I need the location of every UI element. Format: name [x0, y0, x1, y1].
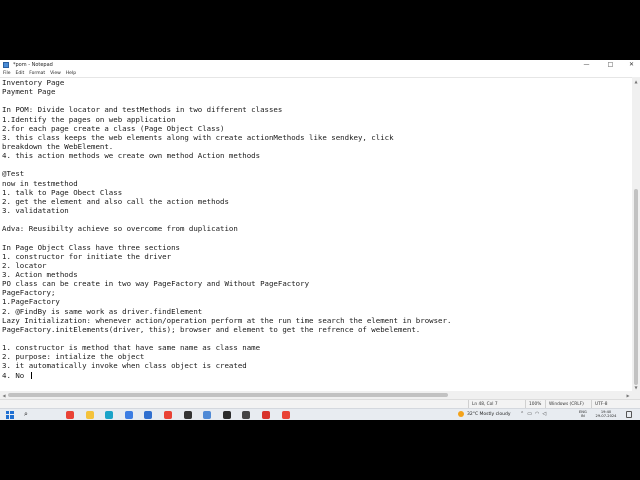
status-bar: Ln 48, Col 7 100% Windows (CRLF) UTF-8	[0, 399, 640, 408]
text-line: @Test	[2, 169, 25, 179]
text-editor[interactable]: Inventory Page Payment Page In POM: Divide…	[0, 77, 632, 391]
text-line: Payment Page	[2, 87, 56, 97]
battery-icon[interactable]: ▭	[527, 411, 532, 417]
text-line: 2. get the element and also call the act…	[2, 196, 229, 206]
editor-text: Inventory Page Payment Page In POM: Divide…	[2, 78, 451, 380]
clock[interactable]: 19:40 29-07-2024	[593, 410, 619, 418]
scroll-corner	[632, 391, 640, 399]
text-line: 3. validatation	[2, 205, 69, 215]
close-button[interactable]: ✕	[623, 60, 640, 69]
text-line: Adva: Reusibilty achieve so overcome fro…	[2, 224, 238, 234]
text-line	[2, 233, 451, 242]
vertical-scroll-thumb[interactable]	[634, 189, 638, 385]
menu-view[interactable]: View	[50, 71, 61, 76]
chrome-icon-3[interactable]	[281, 411, 290, 419]
cursor-position: Ln 48, Col 7	[468, 400, 525, 408]
text-line: 4. this action methods we create own met…	[2, 151, 261, 161]
text-line: In Page Object Class have three sections	[2, 242, 180, 252]
obs-icon[interactable]	[222, 411, 231, 419]
text-line: 2. locator	[2, 260, 47, 270]
notepad-app-icon	[3, 61, 9, 68]
encoding: UTF-8	[591, 400, 640, 408]
menu-format[interactable]: Format	[29, 71, 45, 76]
edge-icon[interactable]	[105, 411, 114, 419]
windows-start-icon[interactable]	[6, 411, 14, 419]
scroll-left-icon[interactable]: ◀	[0, 391, 8, 399]
horizontal-scroll-thumb[interactable]	[8, 393, 448, 397]
notepad-icon[interactable]	[203, 411, 212, 419]
language-indicator[interactable]: ENG IN	[579, 410, 587, 418]
weather-widget[interactable]: 32°C Mostly cloudy	[458, 411, 511, 417]
text-line	[2, 96, 451, 105]
text-line: 2.for each page create a class (Page Obj…	[2, 123, 225, 133]
text-caret	[30, 371, 32, 379]
minimize-button[interactable]: —	[578, 60, 595, 69]
volume-icon[interactable]: ◁	[542, 411, 546, 417]
text-line: now in testmethod	[2, 178, 78, 188]
menu-file[interactable]: File	[3, 71, 11, 76]
media-icon[interactable]	[242, 411, 251, 419]
text-line: PageFactory;	[2, 288, 56, 298]
chrome-icon[interactable]	[66, 411, 74, 419]
chevron-up-icon[interactable]: ⌃	[520, 411, 524, 417]
text-line: 2. @FindBy is same work as driver.findEl…	[2, 306, 203, 316]
region-code: IN	[581, 414, 585, 419]
search-icon[interactable]: ⌕	[24, 410, 32, 418]
text-line: 1.PageFactory	[2, 297, 60, 307]
text-line: PageFactory.initElements(driver, this); …	[2, 324, 421, 334]
text-line: 4. No	[2, 370, 32, 380]
photos-icon[interactable]	[124, 411, 133, 419]
title-bar: *pom - Notepad — □ ✕	[0, 60, 640, 69]
line-endings: Windows (CRLF)	[545, 400, 591, 408]
wifi-icon[interactable]: ◠	[535, 411, 539, 417]
text-line	[2, 334, 451, 343]
menu-help[interactable]: Help	[66, 71, 76, 76]
text-line: Inventory Page	[2, 78, 65, 87]
text-line: breakdown the WebElement.	[2, 141, 114, 151]
menu-edit[interactable]: Edit	[16, 71, 25, 76]
text-line: Lazy Initialization: whenever action/ope…	[2, 315, 452, 325]
maximize-button[interactable]: □	[602, 60, 619, 69]
text-line: In POM: Divide locator and testMethods i…	[2, 105, 283, 115]
zoom-level: 100%	[525, 400, 545, 408]
taskbar: ⌕ 32°C Mostly cloudy ⌃ ▭ ◠ ◁ ENG IN 19:4…	[0, 408, 640, 420]
text-line: 1. constructor is method that have same …	[2, 343, 261, 353]
text-line: 3. it automatically invoke when class ob…	[2, 361, 247, 371]
text-line: 1. constructor for initiate the driver	[2, 251, 172, 261]
scroll-right-icon[interactable]: ▶	[624, 391, 632, 399]
text-line: 1. talk to Page Obect Class	[2, 187, 123, 197]
chrome-icon-2[interactable]	[164, 411, 172, 419]
notification-icon[interactable]	[626, 411, 632, 418]
menu-bar: File Edit Format View Help	[0, 69, 640, 77]
horizontal-scrollbar[interactable]: ◀ ▶	[0, 391, 632, 399]
app-icon[interactable]	[183, 411, 192, 419]
text-line	[2, 215, 451, 224]
window-title: *pom - Notepad	[13, 61, 53, 68]
system-tray: ⌃ ▭ ◠ ◁	[520, 411, 546, 417]
weather-icon	[458, 411, 464, 417]
text-line: 1.Identify the pages on web application	[2, 114, 176, 124]
folder-icon[interactable]	[85, 411, 94, 419]
settings-icon[interactable]	[262, 411, 270, 419]
mail-icon[interactable]	[144, 411, 153, 419]
text-line	[2, 160, 451, 169]
scroll-up-icon[interactable]: ▲	[632, 77, 640, 85]
weather-text: 32°C Mostly cloudy	[467, 411, 511, 417]
text-line: PO class can be create in two way PageFa…	[2, 279, 310, 289]
scroll-down-icon[interactable]: ▼	[632, 383, 640, 391]
desktop-screen: *pom - Notepad — □ ✕ File Edit Format Vi…	[0, 60, 640, 420]
vertical-scrollbar[interactable]: ▲ ▼	[632, 77, 640, 391]
text-line: 3. this class keeps the web elements alo…	[2, 132, 394, 142]
text-line: 2. purpose: intialize the object	[2, 352, 145, 362]
clock-date: 29-07-2024	[595, 414, 617, 419]
text-line: 3. Action methods	[2, 269, 78, 279]
